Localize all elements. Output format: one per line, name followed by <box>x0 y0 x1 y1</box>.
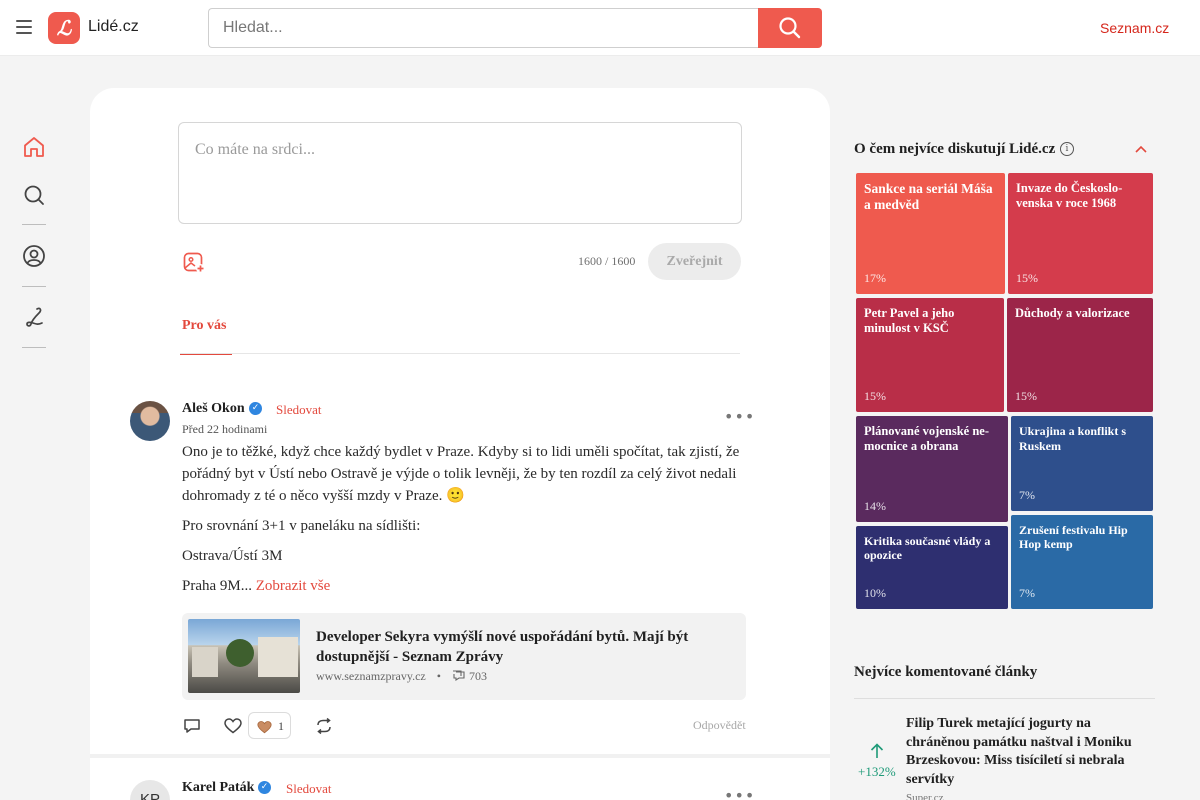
follow-link[interactable]: Sledovat <box>276 402 322 418</box>
post-separator <box>90 754 830 758</box>
topic-tile[interactable]: Petr Pavel a jeho minulost v KSČ 15% <box>856 298 1004 412</box>
rail-divider <box>22 347 46 348</box>
topic-percent: 15% <box>1015 389 1037 403</box>
topic-title: Ukrajina a konflikt s Ruskem <box>1019 424 1127 453</box>
topic-tile[interactable]: Plánované vojenské ne-mocnice a obrana 1… <box>856 416 1008 522</box>
follow-link[interactable]: Sledovat <box>286 781 332 797</box>
lide-logo-icon[interactable] <box>22 305 46 329</box>
comments-icon <box>452 670 465 682</box>
link-preview[interactable]: Developer Sekyra vymýšlí nové uspořádání… <box>182 613 746 700</box>
post-author[interactable]: Aleš Okon <box>182 401 245 417</box>
topic-title: Důchody a valorizace <box>1015 306 1130 320</box>
verified-icon: ✓ <box>258 781 271 794</box>
topic-percent: 15% <box>1016 271 1038 285</box>
search-icon <box>779 17 801 39</box>
topic-percent: 7% <box>1019 586 1035 600</box>
topic-tile[interactable]: Zrušení festivalu Hip Hop kemp 7% <box>1011 515 1153 609</box>
home-icon[interactable] <box>22 135 46 159</box>
logo-text[interactable]: Lidé.cz <box>88 18 139 36</box>
more-options-icon[interactable]: ••• <box>724 407 755 426</box>
link-meta: www.seznamzpravy.cz • 703 <box>316 669 487 684</box>
topic-title: Zrušení festivalu Hip Hop kemp <box>1019 523 1128 551</box>
topic-title: Petr Pavel a jeho minulost v KSČ <box>864 306 955 335</box>
reply-button[interactable]: Odpovědět <box>693 718 746 733</box>
topic-percent: 10% <box>864 586 886 600</box>
comment-icon[interactable] <box>182 716 202 736</box>
avatar[interactable] <box>130 401 170 441</box>
search-nav-icon[interactable] <box>22 183 46 207</box>
topic-tile[interactable]: Důchody a valorizace 15% <box>1007 298 1153 412</box>
rail-divider <box>22 224 46 225</box>
chevron-up-icon[interactable] <box>1134 142 1148 156</box>
tab-pro-vas[interactable]: Pro vás <box>180 318 232 355</box>
post-composer[interactable]: Co máte na srdci... <box>178 122 742 224</box>
topic-tile[interactable]: Invaze do Českoslo-venska v roce 1968 15… <box>1008 173 1153 294</box>
topic-percent: 7% <box>1019 488 1035 502</box>
character-counter: 1600 / 1600 <box>578 254 636 268</box>
discussions-heading: O čem nejvíce diskutují Lidé.cz <box>854 141 1056 157</box>
topic-tile[interactable]: Sankce na seriál Máša a medvěd 17% <box>856 173 1005 294</box>
avatar[interactable]: KP <box>130 780 170 800</box>
trend-percent: +132% <box>858 764 896 779</box>
article-source: Super.cz <box>906 792 944 800</box>
feed-card: Co máte na srdci... 1600 / 1600 Zveřejni… <box>90 88 830 800</box>
show-all-link[interactable]: Zobrazit vše <box>256 578 331 594</box>
share-icon[interactable] <box>314 716 334 736</box>
rail-divider <box>22 286 46 287</box>
publish-button[interactable]: Zveřejnit <box>648 243 741 280</box>
topic-title: Invaze do Českoslo-venska v roce 1968 <box>1016 181 1123 210</box>
post-author[interactable]: Karel Paták <box>182 780 254 796</box>
info-icon[interactable]: i <box>1060 142 1074 156</box>
post-time: Před 22 hodinami <box>182 422 268 436</box>
tabs-divider <box>180 353 740 354</box>
articles-divider <box>854 698 1155 699</box>
search-input[interactable] <box>208 8 759 48</box>
link-thumbnail <box>188 619 300 693</box>
reaction-count[interactable]: 1 <box>248 712 291 739</box>
search-button[interactable] <box>758 8 822 48</box>
articles-heading: Nejvíce komentované články <box>854 664 1038 680</box>
topic-title: Plánované vojenské ne-mocnice a obrana <box>864 424 989 453</box>
heart-reaction-icon <box>257 721 272 734</box>
topic-percent: 15% <box>864 389 886 403</box>
post-paragraph: Pro srovnání 3+1 v paneláku na sídlišti: <box>182 518 421 534</box>
lide-logo[interactable]: ℒ <box>48 12 80 44</box>
reaction-number: 1 <box>278 719 284 733</box>
topic-percent: 14% <box>864 499 886 513</box>
link-comment-count: 703 <box>468 669 487 683</box>
topic-title: Sankce na seriál Máša a medvěd <box>864 181 993 212</box>
more-options-icon[interactable]: ••• <box>724 786 755 800</box>
heart-icon[interactable] <box>223 716 243 736</box>
arrow-up-icon <box>869 742 885 760</box>
topic-tile[interactable]: Kritika současné vlády a opozice 10% <box>856 526 1008 609</box>
meta-separator: • <box>436 669 441 683</box>
topic-tile[interactable]: Ukrajina a konflikt s Ruskem 7% <box>1011 416 1153 511</box>
verified-icon: ✓ <box>249 402 262 415</box>
add-photo-icon[interactable] <box>182 250 206 274</box>
topic-title: Kritika současné vlády a opozice <box>864 534 991 562</box>
post-paragraph: Ostrava/Ústí 3M <box>182 548 283 564</box>
seznam-link[interactable]: Seznam.cz <box>1100 20 1169 36</box>
post-last-line: Praha 9M... Zobrazit vše <box>182 575 750 597</box>
menu-icon[interactable] <box>16 20 32 34</box>
top-bar: ℒ Lidé.cz Seznam.cz <box>0 0 1200 56</box>
profile-icon[interactable] <box>22 244 46 268</box>
post-paragraph: Praha 9M... <box>182 578 252 594</box>
post-paragraph: Ono je to těžké, když chce každý bydlet … <box>182 444 740 504</box>
article-title[interactable]: Filip Turek metající jogurty na chráněno… <box>906 715 1156 789</box>
link-domain: www.seznamzpravy.cz <box>316 669 426 683</box>
topic-percent: 17% <box>864 271 886 285</box>
link-title: Developer Sekyra vymýšlí nové uspořádání… <box>316 629 689 665</box>
